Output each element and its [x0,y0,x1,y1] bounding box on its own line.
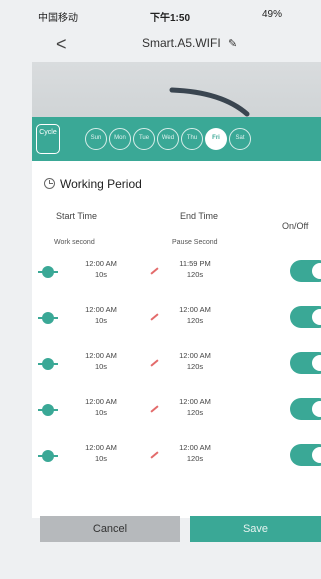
page-title: Smart.A5.WIFI ✎ [142,36,237,50]
pause-second-header: Pause Second [172,239,218,246]
clock-time: 下午1:50 [150,13,191,24]
start-time-header: Start Time [56,211,98,221]
pause-second[interactable]: 120s [170,407,220,418]
back-button[interactable]: < [56,34,67,55]
pencil-icon[interactable]: ✎ [228,37,237,50]
onoff-toggle[interactable] [290,444,321,466]
start-time[interactable]: 12:00 AM [76,442,126,453]
start-time[interactable]: 12:00 AM [76,304,126,315]
end-time[interactable]: 11:59 PM [170,258,220,269]
cancel-button[interactable]: Cancel [40,516,180,542]
status-bar: 中国移动 下午1:50 49% [0,0,321,30]
period-row-3[interactable]: 12:00 AM 10s 12:00 AM 120s [32,346,321,386]
onoff-toggle[interactable] [290,352,321,374]
day-fri[interactable]: Fri [205,128,227,150]
period-row-2[interactable]: 12:00 AM 10s 12:00 AM 120s [32,300,321,340]
edit-pen-icon[interactable] [150,359,159,367]
work-second[interactable]: 10s [76,407,126,418]
onoff-toggle[interactable] [290,260,321,282]
edit-pen-icon[interactable] [150,313,159,321]
battery-level: 49% [262,9,283,20]
row-marker [38,404,58,416]
work-second[interactable]: 10s [76,269,126,280]
pause-second[interactable]: 120s [170,315,220,326]
day-tue[interactable]: Tue [133,128,155,150]
day-sun[interactable]: Sun [85,128,107,150]
pause-second[interactable]: 120s [170,453,220,464]
edit-pen-icon[interactable] [150,451,159,459]
start-time[interactable]: 12:00 AM [76,258,126,269]
working-period-panel: Working Period Start Time End Time On/Of… [32,161,321,518]
row-marker [38,266,58,278]
cycle-label: Cycle [39,129,57,136]
save-button[interactable]: Save [190,516,321,542]
section-title: Working Period [44,177,142,191]
row-marker [38,450,58,462]
cycle-day-selector: Cycle Sun Mon Tue Wed Thu Fri Sat [32,117,321,161]
working-period-title: Working Period [60,177,142,191]
edit-pen-icon[interactable] [150,267,159,275]
edit-pen-icon[interactable] [150,405,159,413]
cycle-icon: Cycle [36,124,60,154]
period-row-1[interactable]: 12:00 AM 10s 11:59 PM 120s [32,254,321,294]
nav-bar: < Smart.A5.WIFI ✎ [32,28,321,62]
end-time[interactable]: 12:00 AM [170,442,220,453]
day-mon[interactable]: Mon [109,128,131,150]
pause-second[interactable]: 120s [170,361,220,372]
end-time[interactable]: 12:00 AM [170,350,220,361]
arc-graphic [169,87,250,117]
work-second[interactable]: 10s [76,453,126,464]
clock-icon [44,178,55,189]
start-time[interactable]: 12:00 AM [76,396,126,407]
row-marker [38,358,58,370]
work-second-header: Work second [54,239,95,246]
end-time[interactable]: 12:00 AM [170,304,220,315]
device-illustration [32,62,321,122]
pause-second[interactable]: 120s [170,269,220,280]
work-second[interactable]: 10s [76,361,126,372]
device-name: Smart.A5.WIFI [142,36,221,50]
onoff-header: On/Off [282,221,309,231]
end-time[interactable]: 12:00 AM [170,396,220,407]
day-thu[interactable]: Thu [181,128,203,150]
row-marker [38,312,58,324]
onoff-toggle[interactable] [290,398,321,420]
work-second[interactable]: 10s [76,315,126,326]
end-time-header: End Time [180,211,219,221]
day-wed[interactable]: Wed [157,128,179,150]
period-row-4[interactable]: 12:00 AM 10s 12:00 AM 120s [32,392,321,432]
onoff-toggle[interactable] [290,306,321,328]
carrier-label: 中国移动 [38,13,78,24]
day-sat[interactable]: Sat [229,128,251,150]
start-time[interactable]: 12:00 AM [76,350,126,361]
period-row-5[interactable]: 12:00 AM 10s 12:00 AM 120s [32,438,321,478]
